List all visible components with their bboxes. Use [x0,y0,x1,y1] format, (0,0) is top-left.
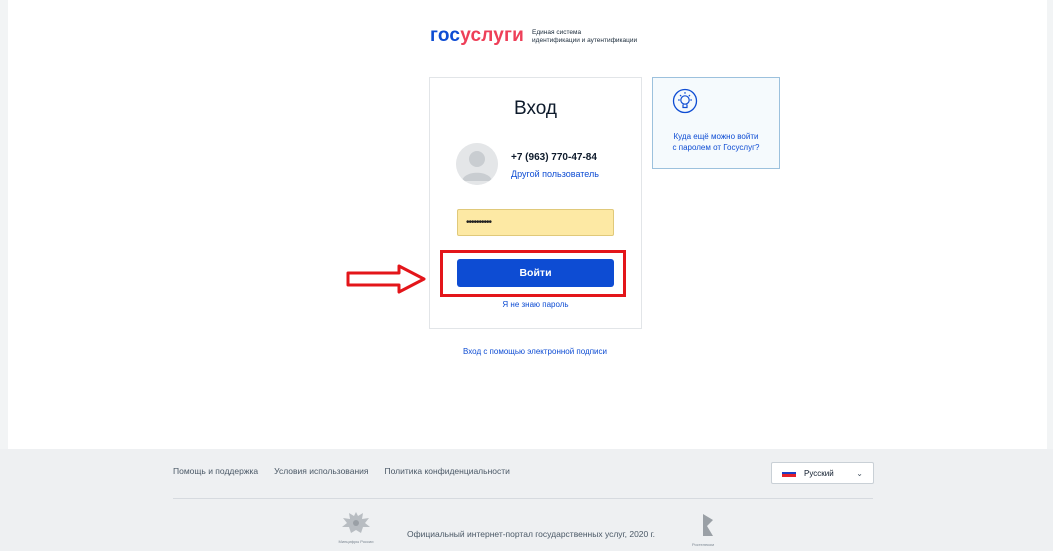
rostelecom-logo-icon [703,514,713,536]
logo-wordmark: госуслуги [430,26,524,46]
chevron-down-icon: ⌄ [856,469,863,478]
digital-signature-link[interactable]: Вход с помощью электронной подписи [0,347,1053,356]
info-text-line1: Куда ещё можно войти [673,132,759,141]
footer-link-help[interactable]: Помощь и поддержка [173,466,258,476]
other-user-link[interactable]: Другой пользователь [511,169,599,179]
russia-flag-icon [782,469,796,478]
arrow-right-icon [346,264,426,294]
logo-uslugi: услуги [460,25,525,46]
user-avatar-icon [456,143,498,185]
info-card[interactable]: Куда ещё можно войти с паролем от Госусл… [652,77,780,169]
footer-link-privacy[interactable]: Политика конфиденциальности [384,466,509,476]
footer-link-terms[interactable]: Условия использования [274,466,368,476]
emblem-caption: Минцифры России [338,539,374,544]
info-text-line2: с паролем от Госуслуг? [672,143,760,152]
footer-links: Помощь и поддержка Условия использования… [173,466,526,476]
footer-divider [173,498,873,499]
language-label: Русский [804,468,834,478]
portal-text: Официальный интернет-портал государствен… [407,529,656,539]
coat-of-arms-icon [342,512,370,533]
highlight-box [440,250,626,297]
logo-subtitle-line1: Единая система [532,29,582,36]
footer: Помощь и поддержка Условия использования… [0,449,1053,551]
page: госуслуги Единая система идентификации и… [0,0,1053,551]
page-title: Вход [514,98,557,119]
gosuslugi-logo[interactable]: госуслуги Единая система идентификации и… [430,26,637,46]
lightbulb-icon [672,88,698,114]
language-select[interactable]: Русский ⌄ [771,462,874,484]
forgot-password-link[interactable]: Я не знаю пароль [430,300,641,309]
user-phone: +7 (963) 770-47-84 [511,152,597,163]
logo-subtitle-line2: идентификации и аутентификации [532,37,638,44]
logo-gos: гос [430,25,461,46]
password-input[interactable] [457,209,614,236]
logo-subtitle: Единая система идентификации и аутентифи… [532,29,637,45]
info-text: Куда ещё можно войти с паролем от Госусл… [653,131,779,153]
rostelecom-caption: Ростелеком [692,542,714,547]
